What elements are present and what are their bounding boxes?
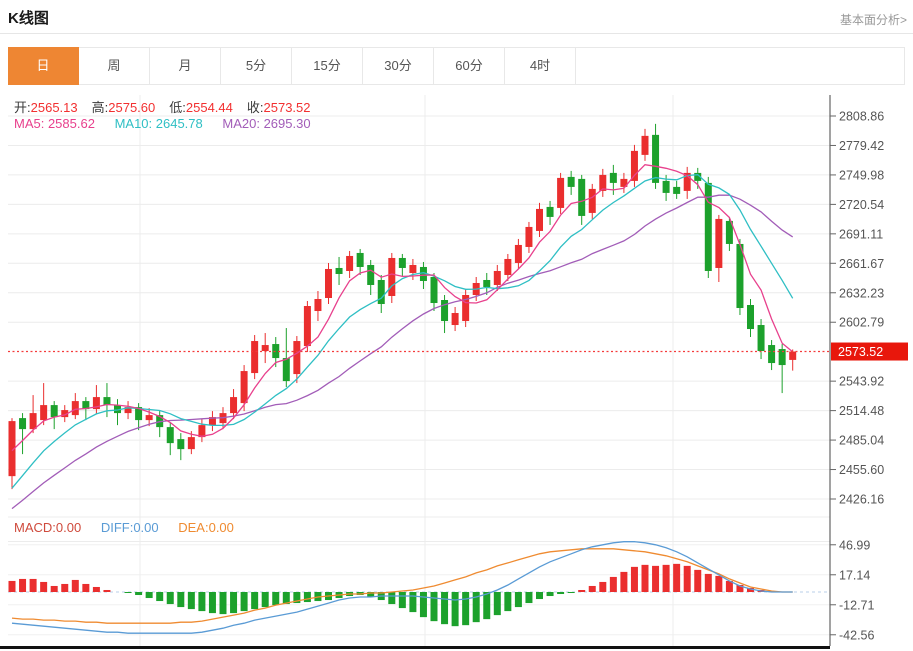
fundamental-analysis-link[interactable]: 基本面分析> — [840, 11, 907, 28]
svg-text:2485.04: 2485.04 — [839, 434, 884, 448]
timeframe-tab-1[interactable]: 日 — [8, 47, 79, 85]
svg-text:-42.56: -42.56 — [839, 628, 874, 642]
macd-panel — [0, 541, 830, 649]
svg-text:46.99: 46.99 — [839, 538, 870, 552]
macd-value: MACD:0.00 — [14, 520, 82, 535]
grid-lines — [8, 95, 830, 646]
svg-text:2455.60: 2455.60 — [839, 463, 884, 477]
timeframe-tab-5[interactable]: 15分 — [292, 48, 363, 84]
open-label: 开: — [14, 100, 31, 115]
svg-text:2543.92: 2543.92 — [839, 375, 884, 389]
ma10-legend: MA10: 2645.78 — [114, 116, 203, 131]
svg-text:2749.98: 2749.98 — [839, 168, 884, 182]
svg-text:2426.16: 2426.16 — [839, 493, 884, 507]
timeframe-tab-8[interactable]: 4时 — [505, 48, 576, 84]
ma20-legend: MA20: 2695.30 — [222, 116, 311, 131]
svg-text:2808.86: 2808.86 — [839, 110, 884, 124]
svg-text:2691.11: 2691.11 — [839, 227, 883, 241]
close-label: 收: — [246, 100, 264, 115]
timeframe-tab-7[interactable]: 60分 — [434, 48, 505, 84]
ma-lines — [11, 164, 794, 510]
diff-value: DIFF:0.00 — [100, 520, 159, 535]
ohlc-legend: 开:2565.13 高:2575.60 低:2554.44 收:2573.52 — [14, 97, 325, 116]
svg-text:2514.48: 2514.48 — [839, 404, 884, 418]
svg-text:2632.23: 2632.23 — [839, 286, 884, 300]
ma5-legend: MA5: 2585.62 — [14, 116, 95, 131]
page-header: K线图 基本面分析> — [0, 0, 913, 34]
close-value: 2573.52 — [263, 100, 311, 115]
timeframe-tab-2[interactable]: 周 — [79, 48, 150, 84]
current-price-badge: 2573.52 — [831, 342, 908, 361]
svg-text:2779.42: 2779.42 — [839, 139, 884, 153]
macd-legend: MACD:0.00 DIFF:0.00 DEA:0.00 — [14, 520, 234, 535]
open-value: 2565.13 — [30, 100, 78, 115]
svg-text:2720.54: 2720.54 — [839, 198, 884, 212]
svg-text:-12.71: -12.71 — [839, 598, 874, 612]
high-label: 高: — [91, 100, 109, 115]
svg-text:2602.79: 2602.79 — [839, 316, 884, 330]
ma10-line — [11, 174, 794, 489]
low-value: 2554.44 — [185, 100, 233, 115]
svg-text:2573.52: 2573.52 — [838, 345, 883, 359]
price-axis: 2808.86 2779.42 2749.98 2720.54 2691.11 2661.… — [829, 95, 884, 646]
page-title: K线图 — [8, 10, 49, 27]
svg-text:17.14: 17.14 — [839, 568, 870, 582]
svg-text:2661.67: 2661.67 — [839, 257, 884, 271]
kline-page: K线图 基本面分析> 日周月 5分 15分 30分 60分 4时 开:2565.13 高:2… — [0, 0, 913, 651]
ma-legend: MA5: 2585.62 MA10: 2645.78 MA20: 2695.30 — [14, 116, 311, 131]
timeframe-tab-3[interactable]: 月 — [150, 48, 221, 84]
dea-value: DEA:0.00 — [178, 520, 234, 535]
timeframe-tabs: 日周月 5分 15分 30分 60分 4时 — [8, 47, 905, 85]
low-label: 低: — [169, 100, 186, 115]
timeframe-tab-4[interactable]: 5分 — [221, 48, 292, 84]
high-value: 2575.60 — [108, 100, 156, 115]
timeframe-tab-6[interactable]: 30分 — [363, 48, 434, 84]
